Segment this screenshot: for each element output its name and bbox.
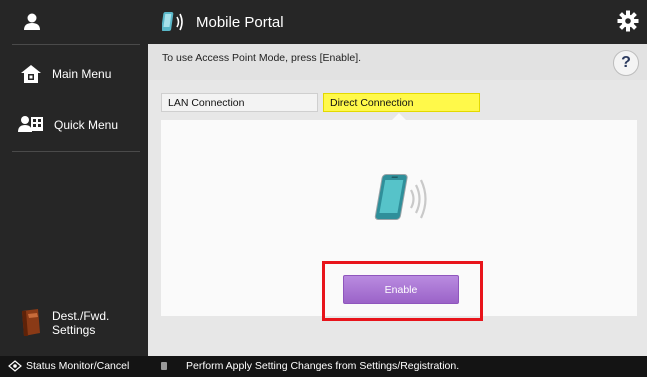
status-message: Perform Apply Setting Changes from Setti…	[160, 360, 459, 372]
main-content: To use Access Point Mode, press [Enable]…	[148, 44, 647, 356]
enable-button[interactable]: Enable	[343, 275, 459, 304]
gear-icon[interactable]	[617, 10, 639, 32]
status-monitor-cancel-button[interactable]: Status Monitor/Cancel	[8, 360, 129, 372]
info-icon	[161, 362, 167, 370]
tab-label: Direct Connection	[330, 96, 414, 109]
status-monitor-icon	[8, 360, 22, 372]
enable-button-label: Enable	[384, 283, 418, 296]
label-line-1: Dest./Fwd.	[52, 309, 110, 323]
sidebar-item-label: Main Menu	[52, 67, 112, 81]
tab-direct-connection[interactable]: Direct Connection	[323, 93, 480, 112]
sidebar: Main Menu Quick Menu Dest./Fwd. Settings	[0, 0, 148, 356]
user-login-button[interactable]	[0, 0, 148, 44]
sidebar-item-label: Dest./Fwd. Settings	[52, 309, 109, 337]
sidebar-item-main-menu[interactable]: Main Menu	[0, 55, 148, 93]
status-message-text: Perform Apply Setting Changes from Setti…	[186, 360, 460, 372]
home-icon	[21, 65, 41, 83]
tab-label: LAN Connection	[168, 96, 245, 109]
status-bar: Status Monitor/Cancel Perform Apply Sett…	[0, 356, 647, 377]
direct-connection-panel: Enable	[161, 120, 637, 316]
label-line-2: Settings	[52, 323, 96, 337]
help-button[interactable]: ?	[613, 50, 639, 76]
sidebar-item-quick-menu[interactable]: Quick Menu	[0, 108, 148, 142]
page-title: Mobile Portal	[196, 13, 284, 31]
address-book-icon	[22, 309, 40, 336]
message-bar: To use Access Point Mode, press [Enable]…	[148, 44, 647, 80]
tab-pointer	[392, 113, 406, 120]
sidebar-divider	[12, 44, 140, 45]
mobile-phone-icon	[162, 12, 183, 31]
sidebar-divider	[12, 151, 140, 152]
sidebar-item-label: Quick Menu	[54, 118, 119, 132]
help-icon: ?	[621, 54, 631, 71]
device-screen: Main Menu Quick Menu Dest./Fwd. Settings…	[0, 0, 647, 377]
sidebar-item-dest-fwd-settings[interactable]: Dest./Fwd. Settings	[0, 302, 148, 344]
instruction-message: To use Access Point Mode, press [Enable]…	[162, 52, 362, 64]
user-icon	[24, 13, 40, 30]
top-bar: Mobile Portal	[148, 0, 647, 44]
tab-lan-connection[interactable]: LAN Connection	[161, 93, 318, 112]
mobile-wireless-icon	[374, 174, 427, 220]
quick-menu-icon	[18, 116, 43, 132]
status-monitor-label: Status Monitor/Cancel	[26, 360, 130, 372]
